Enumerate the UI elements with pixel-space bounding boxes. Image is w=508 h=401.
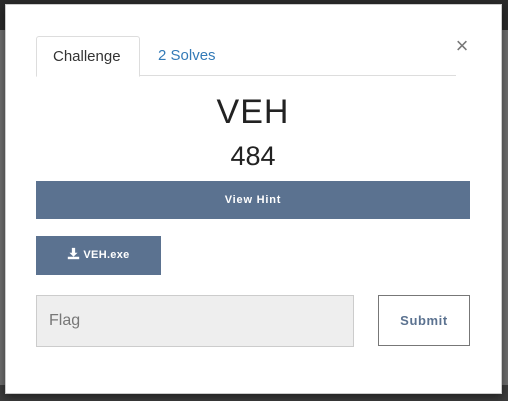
download-icon — [68, 247, 80, 260]
tab-solves[interactable]: 2 Solves — [142, 36, 232, 76]
challenge-name: VEH — [216, 93, 290, 131]
submit-button[interactable]: Submit — [378, 295, 470, 346]
file-name-label: VEH.exe — [83, 249, 130, 261]
download-file-button[interactable]: VEH.exe — [36, 236, 161, 275]
challenge-tabs: Challenge 2 Solves — [36, 36, 456, 77]
challenge-value: 484 — [230, 141, 276, 171]
view-hint-button[interactable]: View Hint — [36, 181, 470, 219]
flag-input[interactable] — [36, 295, 354, 347]
tab-challenge[interactable]: Challenge — [36, 36, 140, 77]
